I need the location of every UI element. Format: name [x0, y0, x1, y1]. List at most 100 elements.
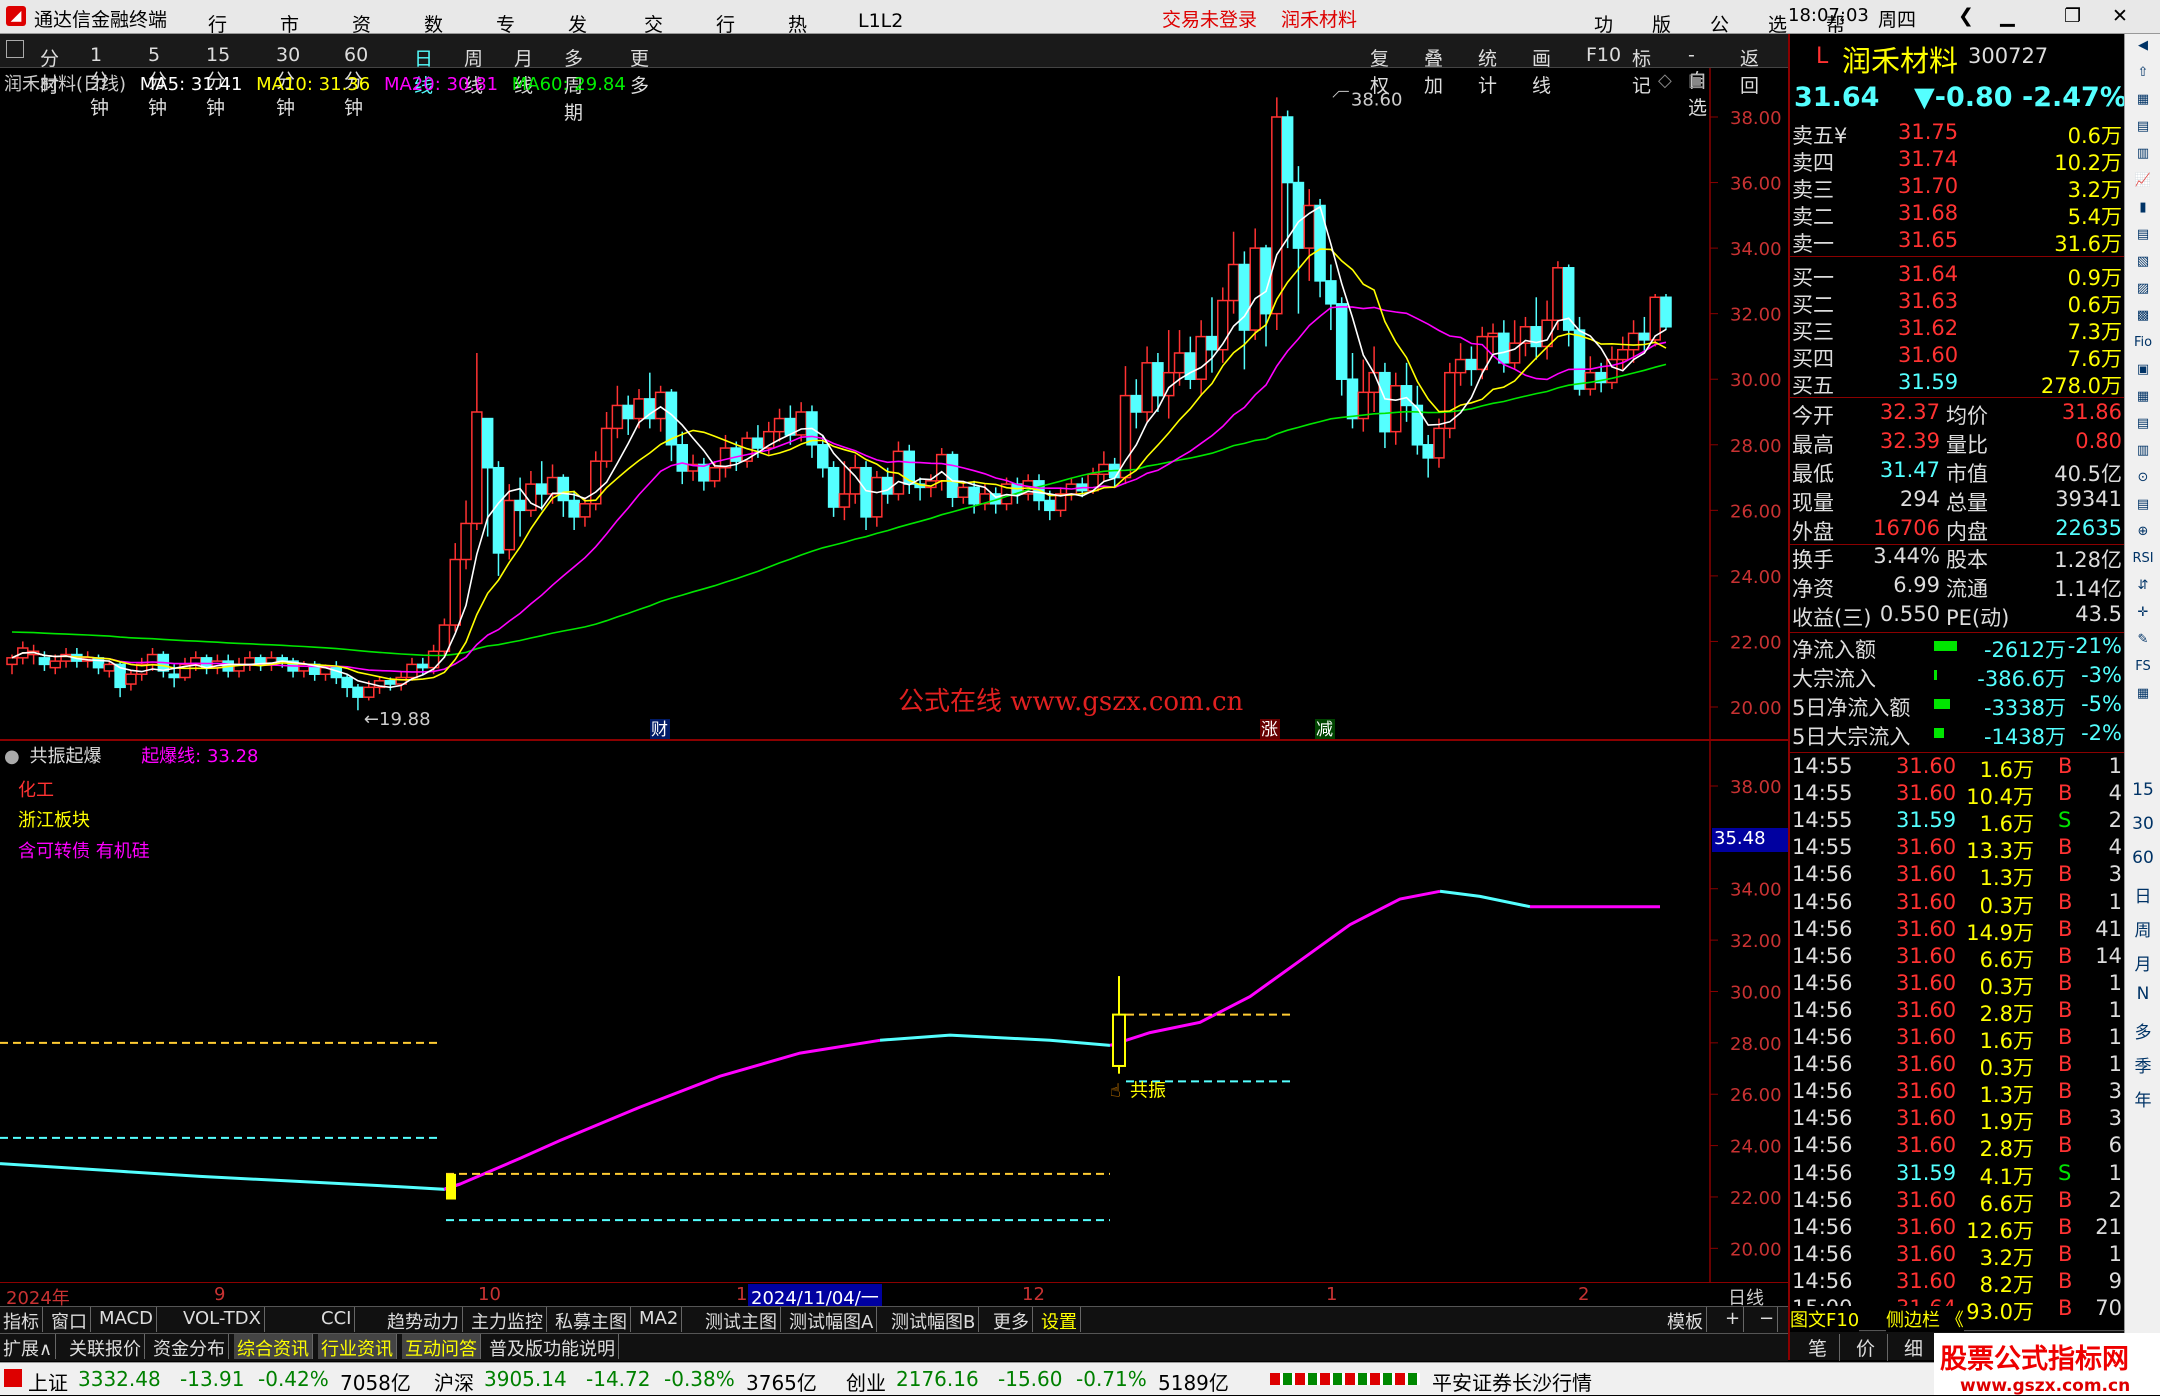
side-period-9[interactable]: 年	[2125, 1086, 2160, 1111]
sells-row[interactable]: 卖四 31.74 10.2万	[1790, 147, 2126, 175]
side-tool-icon[interactable]: ▨	[2125, 281, 2160, 296]
info-tab-2[interactable]: 资金分布	[150, 1334, 229, 1360]
tick-side: B	[2058, 916, 2073, 941]
window-toggle-icon[interactable]: ▣	[1688, 70, 1705, 91]
info-tab-0[interactable]: 扩展∧	[0, 1334, 57, 1360]
bottom-tab-3[interactable]: VOL-TDX	[180, 1307, 265, 1332]
buys-row[interactable]: 买四 31.60 7.6万	[1790, 343, 2126, 371]
detail-tab-2[interactable]: 细	[1892, 1334, 1937, 1361]
bottom-right-0[interactable]: 模板	[1664, 1307, 1707, 1333]
side-tool-icon[interactable]: ✎	[2125, 632, 2160, 647]
login-status[interactable]: 交易未登录	[1162, 5, 1257, 32]
side-tool-icon[interactable]: ▦	[2125, 686, 2160, 701]
bottom-tab-13[interactable]: 设置	[1038, 1307, 1081, 1333]
side-period-2[interactable]: 60	[2125, 848, 2160, 868]
bottom-right-2[interactable]: −	[1756, 1307, 1779, 1332]
right-status-f10[interactable]: 图文F10	[1790, 1306, 1860, 1332]
side-tool-icon[interactable]: ▣	[2125, 362, 2160, 377]
bottom-right-1[interactable]: +	[1722, 1307, 1745, 1332]
side-period-1[interactable]: 30	[2125, 814, 2160, 834]
bottom-tab-10[interactable]: 测试幅图A	[786, 1307, 878, 1333]
side-tool-icon[interactable]: ▥	[2125, 146, 2160, 161]
info-tab-1[interactable]: 关联报价	[66, 1334, 145, 1360]
bottom-tab-0[interactable]: 指标	[0, 1307, 43, 1333]
info-tab-6[interactable]: 普及版功能说明	[486, 1334, 619, 1360]
side-period-0[interactable]: 15	[2125, 780, 2160, 800]
side-tool-icon[interactable]: ▥	[2125, 443, 2160, 458]
side-tool-icon[interactable]: ▮	[2125, 200, 2160, 215]
event-zhang[interactable]: 涨	[1261, 720, 1278, 740]
index-name[interactable]: 创业	[846, 1367, 886, 1396]
info-tab-4[interactable]: 行业资讯	[318, 1334, 397, 1360]
bottom-tab-9[interactable]: 测试主图	[702, 1307, 781, 1333]
side-tool-icon[interactable]: ▩	[2125, 308, 2160, 323]
side-period-4[interactable]: 周	[2125, 916, 2160, 941]
side-tool-icon[interactable]: ▤	[2125, 119, 2160, 134]
side-tool-icon[interactable]: ✛	[2125, 605, 2160, 620]
bottom-tab-4[interactable]: CCI	[318, 1307, 356, 1332]
buys-row[interactable]: 买五 31.59 278.0万	[1790, 370, 2126, 398]
side-tool-icon[interactable]: ▤	[2125, 416, 2160, 431]
side-tool-icon[interactable]: ⇧	[2125, 65, 2160, 80]
sells-row[interactable]: 卖一 31.65 31.6万	[1790, 228, 2126, 256]
sells-row[interactable]: 卖三 31.70 3.2万	[1790, 174, 2126, 202]
side-period-5[interactable]: 月	[2125, 950, 2160, 975]
bottom-tab-1[interactable]: 窗口	[48, 1307, 91, 1333]
bottom-tab-11[interactable]: 测试幅图B	[888, 1307, 980, 1333]
diamond-icon[interactable]: ◇	[1658, 70, 1672, 91]
bottom-tab-7[interactable]: 私募主图	[552, 1307, 631, 1333]
sells-row[interactable]: 卖五¥ 31.75 0.6万	[1790, 120, 2126, 148]
event-cai[interactable]: 财	[651, 720, 668, 740]
side-tool-icon[interactable]: ⊙	[2125, 470, 2160, 485]
stock-tag[interactable]: 润禾材料	[1281, 5, 1357, 32]
indicator-curve-cyan-2	[879, 1033, 1111, 1047]
tick-volume: 0.3万	[1979, 974, 2034, 999]
side-period-6[interactable]: N	[2125, 984, 2160, 1004]
info-tab-3[interactable]: 综合资讯	[234, 1334, 313, 1360]
main-chart[interactable]: 38.00 36.00 34.00 32.00 30.00 28.00 26.00 24.00…	[0, 68, 1788, 1360]
side-tool-icon[interactable]: 📈	[2125, 173, 2160, 188]
bottom-tab-5[interactable]: 趋势动力	[384, 1307, 463, 1333]
bottom-tab-6[interactable]: 主力监控	[468, 1307, 547, 1333]
detail-tab-1[interactable]: 价	[1844, 1334, 1889, 1361]
close-icon[interactable]: ✕	[2112, 5, 2128, 27]
menu-9[interactable]: L1L2	[858, 10, 903, 32]
restore-icon[interactable]: ❐	[2064, 5, 2081, 27]
buys-row[interactable]: 买二 31.63 0.6万	[1790, 289, 2126, 317]
info-tab-5[interactable]: 互动问答	[402, 1334, 481, 1360]
back-icon[interactable]: ❮	[1958, 5, 1974, 27]
side-tool-icon[interactable]: ▦	[2125, 389, 2160, 404]
minimize-icon[interactable]: ▁	[2000, 5, 2015, 27]
side-tool-icon[interactable]: ◀	[2125, 38, 2160, 53]
side-period-8[interactable]: 季	[2125, 1052, 2160, 1077]
bottom-tab-12[interactable]: 更多	[990, 1307, 1033, 1333]
side-tool-icon[interactable]: ▧	[2125, 254, 2160, 269]
flow-bar	[1934, 699, 1950, 709]
side-period-3[interactable]: 日	[2125, 882, 2160, 907]
index-name[interactable]: 沪深	[434, 1367, 474, 1396]
candle	[1281, 110, 1294, 249]
side-tool-icon[interactable]: Fio	[2125, 335, 2160, 350]
detail-tab-0[interactable]: 笔	[1796, 1334, 1841, 1361]
side-tool-icon[interactable]: ▤	[2125, 227, 2160, 242]
side-tool-icon[interactable]: ▦	[2125, 92, 2160, 107]
index-name[interactable]: 上证	[28, 1367, 68, 1396]
market-icon[interactable]	[4, 1369, 22, 1387]
side-tool-icon[interactable]: ⊕	[2125, 524, 2160, 539]
event-jian[interactable]: 减	[1316, 720, 1333, 740]
toggle-panel-icon[interactable]	[6, 40, 24, 58]
side-tool-icon[interactable]: ▤	[2125, 497, 2160, 512]
side-period-7[interactable]: 多	[2125, 1018, 2160, 1043]
bottom-tab-8[interactable]: MA2	[636, 1307, 683, 1332]
side-tool-icon[interactable]: FS	[2125, 659, 2160, 674]
buys-row[interactable]: 买三 31.62 7.3万	[1790, 316, 2126, 344]
sells-row[interactable]: 卖二 31.68 5.4万	[1790, 201, 2126, 229]
tool-4[interactable]: F10	[1586, 44, 1621, 66]
indicator-name[interactable]: 共振起爆	[29, 746, 101, 767]
bottom-tab-2[interactable]: MACD	[96, 1307, 157, 1332]
buys-row[interactable]: 买一 31.64 0.9万	[1790, 262, 2126, 290]
right-status-sidebar[interactable]: 侧边栏 《	[1886, 1306, 1964, 1332]
side-tool-icon[interactable]: RSI	[2125, 551, 2160, 566]
side-tool-icon[interactable]: ⇵	[2125, 578, 2160, 593]
indicator-collapse-icon[interactable]: ●	[4, 746, 20, 767]
